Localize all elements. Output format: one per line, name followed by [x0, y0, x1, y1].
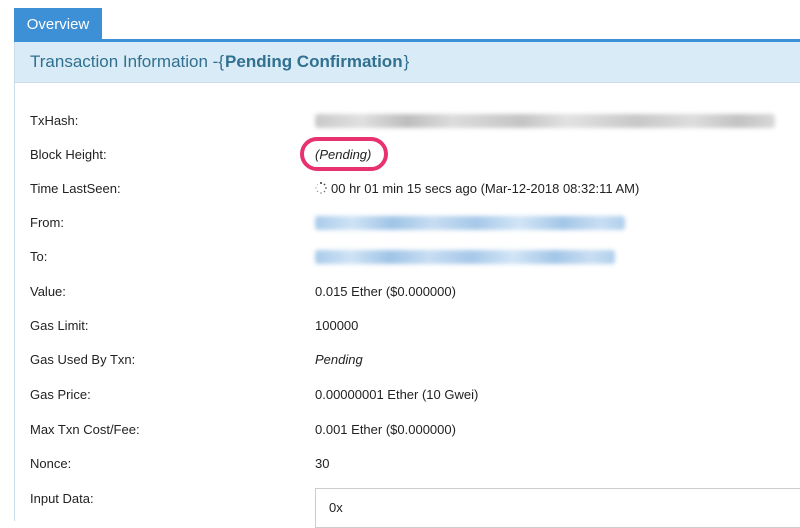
from-label: From:: [30, 215, 64, 230]
gas-limit-label: Gas Limit:: [30, 318, 89, 333]
row-txhash: TxHash:: [15, 104, 800, 138]
tab-overview[interactable]: Overview: [14, 8, 102, 40]
tab-bar: Overview: [0, 0, 800, 42]
txhash-label: TxHash:: [30, 113, 79, 128]
row-gas-used: Gas Used By Txn: Pending: [15, 343, 800, 377]
row-max-fee: Max Txn Cost/Fee: 0.001 Ether ($0.000000…: [15, 413, 800, 447]
row-block-height: Block Height: (Pending): [15, 138, 800, 172]
panel-header: Transaction Information - { Pending Conf…: [15, 42, 800, 83]
input-data-label: Input Data:: [30, 491, 94, 506]
time-lastseen-label: Time LastSeen:: [30, 181, 121, 196]
row-value: Value: 0.015 Ether ($0.000000): [15, 275, 800, 309]
input-data-field[interactable]: 0x: [315, 488, 800, 528]
from-address-link[interactable]: [315, 216, 625, 230]
time-lastseen-value-wrap: 00 hr 01 min 15 secs ago (Mar-12-2018 08…: [315, 172, 639, 206]
row-gas-limit: Gas Limit: 100000: [15, 309, 800, 343]
row-time-lastseen: Time LastSeen: 00 hr 01 min 15 secs ago …: [15, 172, 800, 206]
pending-highlight-annotation: [300, 137, 388, 171]
transaction-panel: Transaction Information - { Pending Conf…: [14, 42, 800, 528]
value-label: Value:: [30, 284, 66, 299]
gas-used-value: Pending: [315, 352, 363, 367]
max-fee-value: 0.001 Ether ($0.000000): [315, 422, 456, 437]
status-open-brace: {: [218, 52, 225, 71]
spinner-icon: [315, 182, 327, 194]
nonce-label: Nonce:: [30, 456, 72, 471]
value-amount: 0.015 Ether ($0.000000): [315, 284, 456, 299]
block-height-label: Block Height:: [30, 147, 107, 162]
nonce-value: 30: [315, 456, 330, 471]
txhash-redacted: [315, 114, 775, 128]
gas-price-value: 0.00000001 Ether (10 Gwei): [315, 387, 479, 402]
gas-price-label: Gas Price:: [30, 387, 91, 402]
row-to: To:: [15, 240, 800, 274]
panel-title: Transaction Information -: [30, 52, 219, 71]
to-label: To:: [30, 249, 48, 264]
row-from: From:: [15, 206, 800, 240]
time-lastseen-value: 00 hr 01 min 15 secs ago (Mar-12-2018 08…: [331, 181, 640, 196]
row-nonce: Nonce: 30: [15, 447, 800, 481]
row-gas-price: Gas Price: 0.00000001 Ether (10 Gwei): [15, 378, 800, 412]
gas-used-label: Gas Used By Txn:: [30, 352, 136, 367]
status-close-brace: }: [403, 52, 410, 71]
status-pending-confirmation: Pending Confirmation: [225, 52, 403, 71]
to-address-link[interactable]: [315, 250, 615, 264]
gas-limit-value: 100000: [315, 318, 359, 333]
max-fee-label: Max Txn Cost/Fee:: [30, 422, 140, 437]
